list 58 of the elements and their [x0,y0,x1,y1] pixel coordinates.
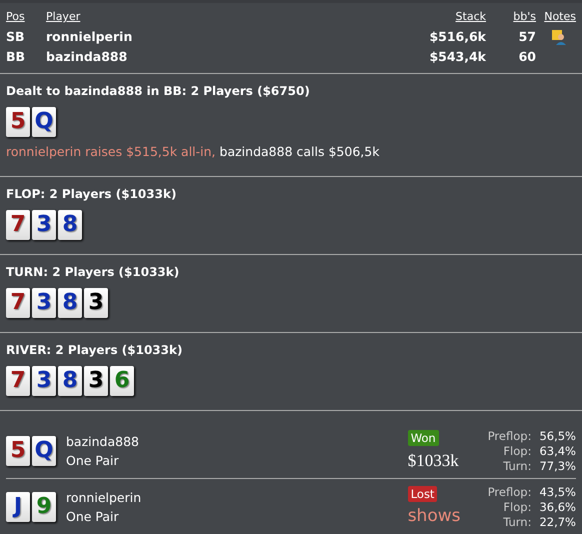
player-cell-text: bazinda888 [46,48,128,66]
action-text: ronnielperin raises $515,5k all-in, [6,144,216,159]
equity-label: Flop: [502,500,532,515]
equity-value: 43,5% [539,484,576,500]
street-title: FLOP: 2 Players ($1033k) [6,186,178,203]
action-text: bazinda888 calls $506,5k [220,144,380,159]
column-header[interactable]: Notes [536,9,576,26]
equity-label: Flop: [502,444,532,459]
column-header[interactable]: Stack [386,9,486,26]
equity-value: 56,5% [539,428,576,444]
playing-card: 3 [84,366,108,396]
equity-value: 63,4% [539,444,576,459]
bb-cell-text: 57 [518,28,536,46]
equity-label: Preflop: [488,428,532,444]
note-icon[interactable] [552,30,567,45]
player-name: ronnielperin [66,489,142,508]
hand-name: One Pair [66,508,120,526]
player-cell-text: ronnielperin [46,28,134,46]
position-cell-text: BB [6,48,26,66]
playing-card: 7 [6,210,30,240]
column-header[interactable]: bb's [486,9,536,26]
equity-label: Turn: [502,458,532,474]
bb-cell-text: 60 [518,48,536,66]
playing-card: 3 [84,288,108,318]
column-header[interactable]: Pos [6,9,46,26]
equity-label: Preflop: [488,484,532,500]
amount-text: $1033k [408,450,460,472]
playing-card: 7 [6,288,30,318]
street-title: TURN: 2 Players ($1033k) [6,264,180,281]
playing-card: 6 [110,366,134,396]
hand-name: One Pair [66,452,120,470]
playing-card: Q [32,436,56,466]
playing-card: Q [32,107,56,137]
playing-card: 8 [58,210,82,240]
playing-card: J [6,492,30,522]
column-header[interactable]: Player [46,9,386,26]
playing-card: 5 [6,107,30,137]
playing-card: 3 [32,288,56,318]
playing-card: 3 [32,366,56,396]
amount-text: shows [408,504,462,528]
equity-value: 22,7% [539,514,576,530]
result-badge: Won [408,430,439,446]
stack-cell-text: $516,6k [428,28,486,46]
position-cell-text: SB [6,28,26,46]
playing-card: 5 [6,436,30,466]
result-badge: Lost [408,486,438,502]
playing-card: 8 [58,366,82,396]
equity-label: Turn: [502,514,532,530]
playing-card: 9 [32,492,56,522]
street-title: RIVER: 2 Players ($1033k) [6,342,184,359]
stack-cell-text: $543,4k [428,48,486,66]
player-name: bazinda888 [66,433,140,452]
street-title: Dealt to bazinda888 in BB: 2 Players ($6750) [6,83,311,100]
playing-card: 3 [32,210,56,240]
playing-card: 7 [6,366,30,396]
equity-value: 36,6% [539,500,576,515]
equity-value: 77,3% [539,458,576,474]
playing-card: 8 [58,288,82,318]
